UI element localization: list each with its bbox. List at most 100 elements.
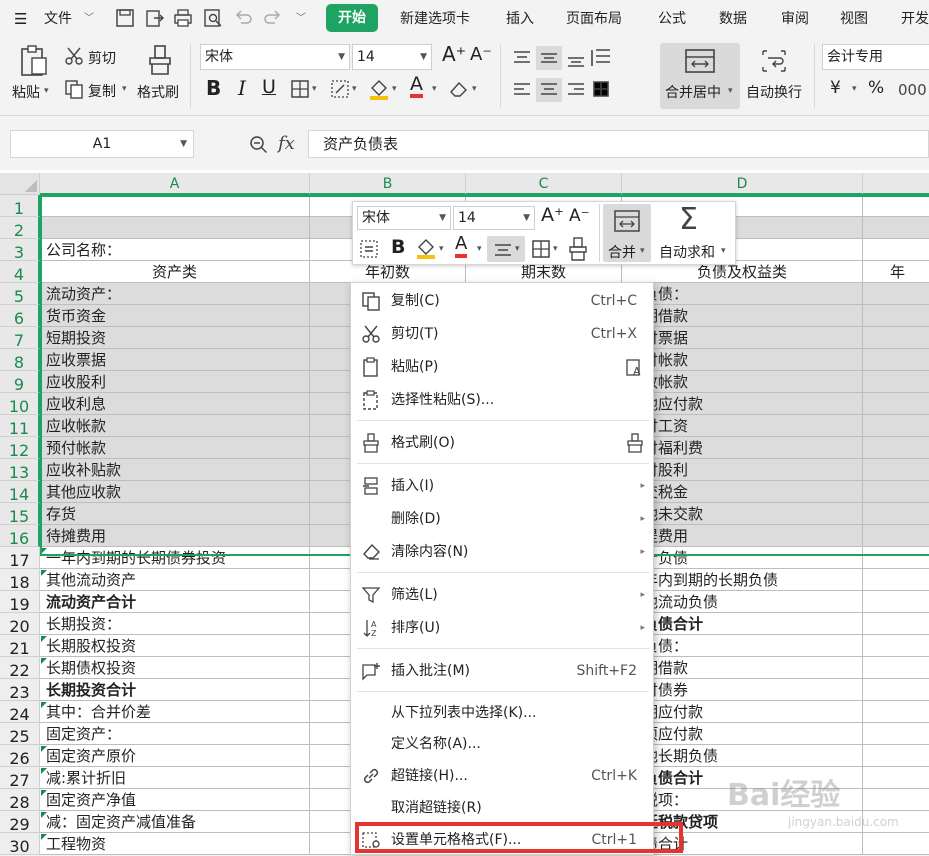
mini-fill-color-icon[interactable] xyxy=(415,237,437,259)
cell-e14[interactable] xyxy=(863,481,929,503)
cell-e18[interactable] xyxy=(863,569,929,591)
row-header[interactable]: 17 xyxy=(0,547,40,570)
mini-format-painter-icon[interactable] xyxy=(567,236,589,262)
cell-a4[interactable]: 资产类 xyxy=(40,261,310,283)
cell-e10[interactable] xyxy=(863,393,929,415)
cell-d23[interactable]: 应付债券 xyxy=(622,679,863,701)
cell-a11[interactable]: 应收帐款 xyxy=(40,415,310,437)
cell-a17[interactable]: 一年内到期的长期债券投资 xyxy=(40,547,310,569)
mini-font-size-select[interactable]: 14 ▼ xyxy=(453,206,535,230)
cell-d8[interactable]: 应付帐款 xyxy=(622,349,863,371)
menu-item-sort[interactable]: AZ 排序(U) ▸ xyxy=(351,612,653,644)
cell-e4[interactable]: 年 xyxy=(863,261,929,283)
tab-insert[interactable]: 插入 xyxy=(506,8,534,30)
cut-button[interactable]: 剪切 xyxy=(88,48,116,68)
font-color-dropdown-icon[interactable]: ▾ xyxy=(432,84,437,94)
row-header[interactable]: 6 xyxy=(0,305,40,328)
row-header[interactable]: 24 xyxy=(0,701,40,724)
menu-item-paste-special[interactable]: 选择性粘贴(S)... xyxy=(351,384,653,416)
cell-e15[interactable] xyxy=(863,503,929,525)
cell-e6[interactable] xyxy=(863,305,929,327)
row-header[interactable]: 18 xyxy=(0,569,40,592)
menu-file[interactable]: 文件 xyxy=(44,8,72,30)
export-icon[interactable] xyxy=(144,7,166,29)
mini-borders-icon[interactable] xyxy=(531,239,551,259)
font-size-select[interactable]: 14 ▼ xyxy=(352,44,432,70)
cell-e22[interactable] xyxy=(863,657,929,679)
row-header[interactable]: 20 xyxy=(0,613,40,636)
menu-item-pick-from-list[interactable]: 从下拉列表中选择(K)... xyxy=(351,697,653,729)
row-header[interactable]: 13 xyxy=(0,459,40,482)
hamburger-icon[interactable]: ☰ xyxy=(14,8,27,30)
column-header-b[interactable]: B xyxy=(310,173,466,195)
menu-item-hyperlink[interactable]: 超链接(H)... Ctrl+K xyxy=(351,760,653,792)
cell-e16[interactable] xyxy=(863,525,929,547)
row-header[interactable]: 21 xyxy=(0,635,40,658)
mini-align-dropdown-icon[interactable]: ▾ xyxy=(515,244,520,254)
menu-item-delete[interactable]: 删除(D) ▸ xyxy=(351,503,653,535)
copy-dropdown-icon[interactable]: ▾ xyxy=(122,84,127,94)
name-box[interactable]: A1 ▼ xyxy=(10,130,194,158)
cell-d18[interactable]: 一年内到期的长期负债 xyxy=(622,569,863,591)
paste-button[interactable]: 粘贴 xyxy=(12,82,40,102)
cell-style-dropdown-icon[interactable]: ▾ xyxy=(352,84,357,94)
row-header[interactable]: 19 xyxy=(0,591,40,614)
mini-merge-dropdown-icon[interactable]: ▾ xyxy=(640,246,645,256)
row-header[interactable]: 22 xyxy=(0,657,40,680)
menu-item-format-painter[interactable]: 格式刷(O) xyxy=(351,427,653,459)
row-header[interactable]: 1 xyxy=(0,195,40,218)
undo-icon[interactable] xyxy=(232,7,254,29)
column-header-d[interactable]: D xyxy=(622,173,863,195)
cell-d19[interactable]: 其他流动负债 xyxy=(622,591,863,613)
cell-a29[interactable]: 减：固定资产减值准备 xyxy=(40,811,310,833)
mini-cell-select-icon[interactable] xyxy=(359,239,379,259)
row-header[interactable]: 3 xyxy=(0,239,40,262)
row-header[interactable]: 14 xyxy=(0,481,40,504)
save-icon[interactable] xyxy=(114,7,136,29)
clear-dropdown-icon[interactable]: ▾ xyxy=(472,84,477,94)
currency-dropdown-icon[interactable]: ▾ xyxy=(852,84,857,94)
cell-e17[interactable] xyxy=(863,547,929,569)
select-all-corner[interactable] xyxy=(0,173,40,195)
sigma-icon[interactable]: Σ xyxy=(679,202,698,237)
cell-d12[interactable]: 应付福利费 xyxy=(622,437,863,459)
mini-font-grow-icon[interactable]: A⁺ xyxy=(541,204,564,226)
row-header[interactable]: 28 xyxy=(0,789,40,812)
cell-e26[interactable] xyxy=(863,745,929,767)
cell-e5[interactable] xyxy=(863,283,929,305)
cell-e30[interactable] xyxy=(863,833,929,855)
cell-e27[interactable] xyxy=(863,767,929,789)
cell-d17[interactable]: 预计负债 xyxy=(622,547,863,569)
row-header[interactable]: 29 xyxy=(0,811,40,834)
cell-a7[interactable]: 短期投资 xyxy=(40,327,310,349)
cell-e3[interactable] xyxy=(863,239,929,261)
cell-e11[interactable] xyxy=(863,415,929,437)
cell-a6[interactable]: 货币资金 xyxy=(40,305,310,327)
fill-color-icon[interactable] xyxy=(368,78,390,100)
cell-a5[interactable]: 流动资产： xyxy=(40,283,310,305)
paste-dropdown-icon[interactable]: ▾ xyxy=(44,86,49,96)
fill-color-dropdown-icon[interactable]: ▾ xyxy=(392,84,397,94)
menu-item-cut[interactable]: 剪切(T) Ctrl+X xyxy=(351,318,653,350)
cell-d14[interactable]: 应交税金 xyxy=(622,481,863,503)
tab-page-layout[interactable]: 页面布局 xyxy=(566,8,622,30)
mini-bold-icon[interactable]: B xyxy=(391,236,405,258)
font-name-select[interactable]: 宋体 ▼ xyxy=(200,44,350,70)
cell-d20[interactable]: 动负债合计 xyxy=(622,613,863,635)
cell-d21[interactable]: 期负债： xyxy=(622,635,863,657)
cell-a30[interactable]: 工程物资 xyxy=(40,833,310,855)
tab-view[interactable]: 视图 xyxy=(840,8,868,30)
row-header[interactable]: 23 xyxy=(0,679,40,702)
cell-a3[interactable]: 公司名称： xyxy=(40,239,310,261)
cell-d22[interactable]: 长期借款 xyxy=(622,657,863,679)
menu-item-clear-contents[interactable]: 清除内容(N) ▸ xyxy=(351,536,653,568)
print-icon[interactable] xyxy=(172,7,194,29)
cell-e2[interactable] xyxy=(863,217,929,239)
menu-item-define-name[interactable]: 定义名称(A)... xyxy=(351,728,653,760)
cell-d25[interactable]: 专项应付款 xyxy=(622,723,863,745)
row-header[interactable]: 25 xyxy=(0,723,40,746)
cell-e23[interactable] xyxy=(863,679,929,701)
mini-fill-dropdown-icon[interactable]: ▾ xyxy=(439,244,444,254)
row-header[interactable]: 15 xyxy=(0,503,40,526)
cell-d9[interactable]: 预收帐款 xyxy=(622,371,863,393)
